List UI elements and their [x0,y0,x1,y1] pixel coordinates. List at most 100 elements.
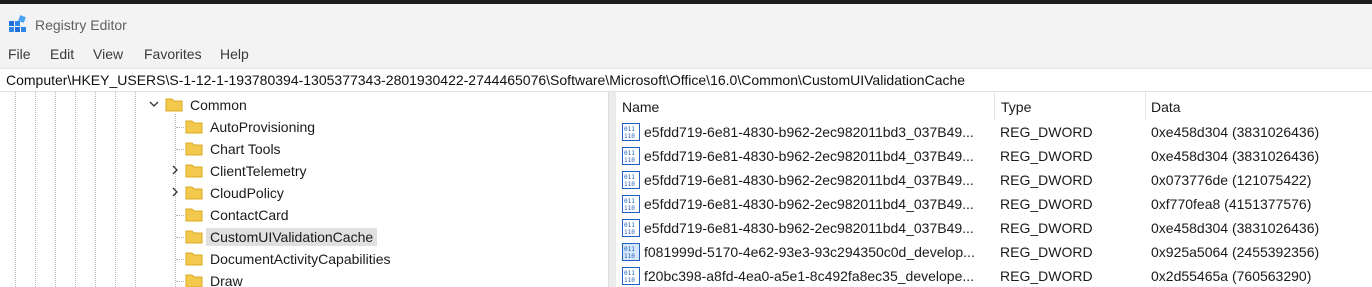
menu-help[interactable]: Help [220,46,249,62]
value-name: e5fdd719-6e81-4830-b962-2ec982011bd4_037… [644,172,974,188]
value-name: e5fdd719-6e81-4830-b962-2ec982011bd3_037… [644,124,974,140]
tree-connector [176,215,184,216]
svg-text:011: 011 [624,246,635,253]
svg-text:011: 011 [624,222,635,229]
tree-connector [176,127,184,128]
column-header-label: Type [1001,99,1032,115]
title-bar[interactable]: Registry Editor [0,4,1372,40]
column-header-data[interactable]: Data [1146,92,1372,120]
tree-node-common[interactable]: Common [0,94,600,116]
value-type: REG_DWORD [1000,196,1093,212]
tree-node-label: ContactCard [210,207,289,223]
folder-icon [185,186,203,200]
svg-text:110: 110 [624,181,635,188]
value-data: 0xf770fea8 (4151377576) [1151,196,1312,212]
value-type: REG_DWORD [1000,220,1093,236]
tree-connector [176,281,184,282]
tree-node-label: DocumentActivityCapabilities [210,251,391,267]
tree-node-label: Draw [210,273,243,287]
binary-value-icon: 011110 [622,171,640,189]
menu-file[interactable]: File [8,46,31,62]
tree-connector [176,259,184,260]
tree-node-label: Chart Tools [210,141,281,157]
tree-node-contactcard[interactable]: ContactCard [0,204,600,226]
chevron-right-icon[interactable] [169,186,181,198]
tree-node-customuivalidationcache[interactable]: CustomUIValidationCache [0,226,600,248]
value-data: 0xe458d304 (3831026436) [1151,124,1320,140]
value-name: f081999d-5170-4e62-93e3-93c294350c0d_dev… [644,244,975,260]
folder-icon [185,120,203,134]
value-row[interactable]: 011 110 e5fdd719-6e81-4830-b962-2ec982011… [616,120,1372,144]
svg-text:011: 011 [624,150,635,157]
value-data: 0x925a5064 (2455392356) [1151,244,1320,260]
window-title: Registry Editor [35,17,127,33]
pane-splitter[interactable] [608,92,616,287]
binary-value-icon: 011110 [622,195,640,213]
chevron-right-icon[interactable] [169,164,181,176]
column-header-name[interactable]: Name [616,92,994,120]
column-header-label: Name [622,99,660,115]
key-tree-pane[interactable]: Common AutoProvisioning Chart Tools Clie… [0,92,608,287]
svg-text:011: 011 [624,126,635,133]
values-pane[interactable]: Name Type Data 011 110 e5fdd719-6e81-4830… [616,92,1372,287]
value-row[interactable]: 011 110 e5fdd719-6e81-4830-b962-2ec982011… [616,216,1372,240]
binary-value-icon: 011110 [622,123,640,141]
value-row[interactable]: 011 110 e5fdd719-6e81-4830-b962-2ec982011… [616,192,1372,216]
tree-node-label: ClientTelemetry [210,163,307,179]
menu-favorites[interactable]: Favorites [144,46,202,62]
value-row[interactable]: 011 110 f081999d-5170-4e62-93e3-93c294350… [616,240,1372,264]
value-type: REG_DWORD [1000,244,1093,260]
address-path[interactable]: Computer\HKEY_USERS\S-1-12-1-193780394-1… [6,72,965,88]
menu-view[interactable]: View [93,46,123,62]
value-type: REG_DWORD [1000,268,1093,284]
value-name: e5fdd719-6e81-4830-b962-2ec982011bd4_037… [644,220,974,236]
value-data: 0xe458d304 (3831026436) [1151,148,1320,164]
tree-node-draw[interactable]: Draw [0,270,600,287]
binary-value-icon: 011110 [622,267,640,285]
svg-text:011: 011 [624,198,635,205]
svg-text:110: 110 [624,229,635,236]
value-name: f20bc398-a8fd-4ea0-a5e1-8c492fa8ec35_dev… [644,268,975,284]
tree-node-clienttelemetry[interactable]: ClientTelemetry [0,160,600,182]
value-data: 0xe458d304 (3831026436) [1151,220,1320,236]
binary-value-icon: 011110 [622,147,640,165]
svg-text:011: 011 [624,270,635,277]
folder-icon [185,230,203,244]
tree-node-chart-tools[interactable]: Chart Tools [0,138,600,160]
svg-text:110: 110 [624,205,635,212]
tree-node-autoprovisioning[interactable]: AutoProvisioning [0,116,600,138]
tree-connector [176,237,184,238]
value-row[interactable]: 011 110 e5fdd719-6e81-4830-b962-2ec982011… [616,168,1372,192]
tree-node-documentactivitycapabilities[interactable]: DocumentActivityCapabilities [0,248,600,270]
value-type: REG_DWORD [1000,172,1093,188]
binary-value-icon: 011110 [622,243,640,261]
tree-node-label: CloudPolicy [210,185,284,201]
tree-node-label: AutoProvisioning [210,119,316,135]
value-row[interactable]: 011 110 e5fdd719-6e81-4830-b962-2ec982011… [616,144,1372,168]
address-bar[interactable]: Computer\HKEY_USERS\S-1-12-1-193780394-1… [0,68,1372,92]
menu-edit[interactable]: Edit [50,46,74,62]
value-type: REG_DWORD [1000,124,1093,140]
folder-icon [185,252,203,266]
svg-text:110: 110 [624,277,635,284]
column-header-label: Data [1151,99,1181,115]
chevron-down-icon[interactable] [148,98,160,110]
folder-icon [185,208,203,222]
folder-icon [185,142,203,156]
tree-node-label-selected: CustomUIValidationCache [206,228,378,246]
folder-icon [185,274,203,287]
tree-node-cloudpolicy[interactable]: CloudPolicy [0,182,600,204]
value-row[interactable]: 011 110 f20bc398-a8fd-4ea0-a5e1-8c492fa8e… [616,264,1372,287]
svg-text:110: 110 [624,133,635,140]
registry-editor-app-icon [9,15,26,32]
column-header-type[interactable]: Type [995,92,1145,120]
value-name: e5fdd719-6e81-4830-b962-2ec982011bd4_037… [644,196,974,212]
menu-bar: File Edit View Favorites Help [0,40,1372,68]
value-name: e5fdd719-6e81-4830-b962-2ec982011bd4_037… [644,148,974,164]
tree-node-label: Common [190,97,247,113]
folder-icon [185,164,203,178]
svg-text:110: 110 [624,253,635,260]
value-type: REG_DWORD [1000,148,1093,164]
binary-value-icon: 011110 [622,219,640,237]
value-data: 0x2d55465a (760563290) [1151,268,1312,284]
